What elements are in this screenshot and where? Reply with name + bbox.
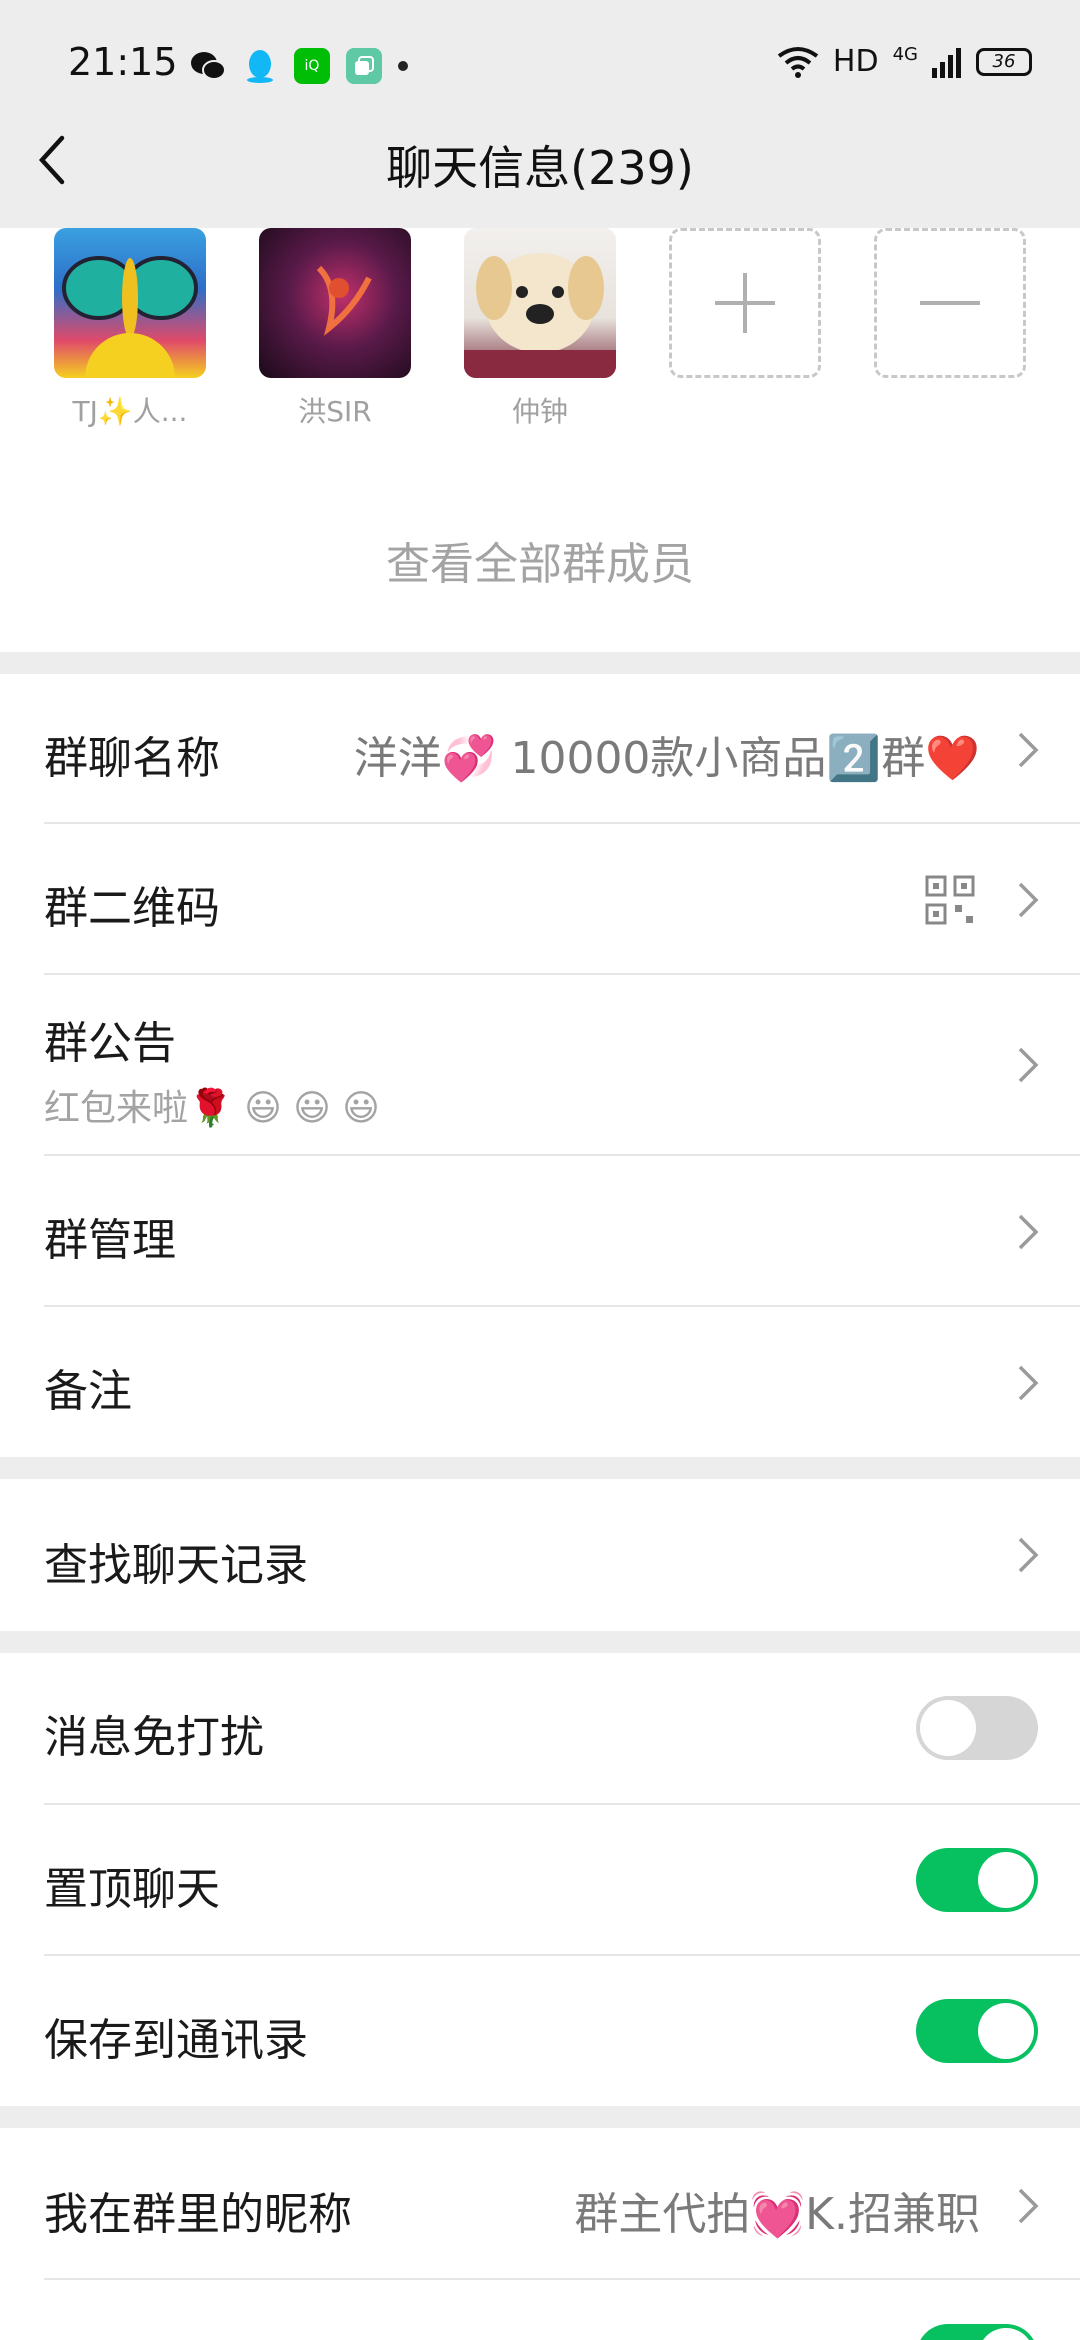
remove-member-button[interactable] [874, 228, 1026, 378]
group-notice-row[interactable]: 群公告 红包来啦🌹 😃 😃 😃 [0, 975, 1080, 1155]
section-gap [0, 1457, 1080, 1479]
notification-icons: iQ [190, 48, 408, 84]
pin-chat-label: 置顶聊天 [44, 1864, 220, 1915]
qr-code-icon [925, 875, 975, 925]
section-gap [0, 2106, 1080, 2128]
member-name: 仲钟 [511, 395, 568, 428]
nav-bar: 聊天信息(239) [0, 100, 1080, 228]
section-gap [0, 1631, 1080, 1653]
view-all-members-link[interactable]: 查看全部群成员 [0, 528, 1080, 592]
battery-level: 36 [992, 51, 1016, 72]
pin-chat-row: 置顶聊天 [0, 1805, 1080, 1955]
wifi-icon [777, 46, 819, 78]
group-notice-preview: 红包来啦🌹 😃 😃 😃 [44, 1088, 380, 1129]
avatar [54, 228, 206, 378]
cell-label: 4G [892, 44, 918, 65]
chevron-right-icon [1018, 1047, 1039, 1083]
search-history-row[interactable]: 查找聊天记录 [0, 1479, 1080, 1631]
member-grid: TJ✨人... 洪SIR 仲钟 查看全部群成员 [0, 228, 1080, 648]
chevron-right-icon [1018, 882, 1039, 918]
group-qr-label: 群二维码 [44, 883, 220, 934]
status-time: 21:15 [68, 40, 178, 84]
my-nickname-row[interactable]: 我在群里的昵称 群主代拍💓K.招兼职 [0, 2128, 1080, 2278]
chevron-right-icon [1018, 1214, 1039, 1250]
add-member-button[interactable] [669, 228, 821, 378]
remove-member-box [874, 228, 1026, 378]
mute-toggle[interactable] [916, 1696, 1038, 1760]
iqiyi-icon: iQ [294, 48, 330, 84]
mute-row: 消息免打扰 [0, 1653, 1080, 1803]
battery-icon: 36 [976, 47, 1032, 76]
toggle-knob [978, 2003, 1034, 2059]
chevron-right-icon [1018, 1365, 1039, 1401]
save-contacts-toggle[interactable] [916, 1999, 1038, 2063]
dot-icon [398, 61, 408, 71]
wechat-icon [190, 48, 226, 84]
add-member-box [669, 228, 821, 378]
save-contacts-row: 保存到通讯录 [0, 1956, 1080, 2106]
chevron-right-icon [1018, 1537, 1039, 1573]
chevron-right-icon [1018, 732, 1039, 768]
remark-label: 备注 [44, 1366, 132, 1417]
group-name-row[interactable]: 群聊名称 洋洋💞 10000款小商品2️⃣群❤️ [0, 674, 1080, 824]
member-name: TJ✨人... [72, 395, 188, 428]
group-manage-row[interactable]: 群管理 [0, 1156, 1080, 1306]
chevron-right-icon [1018, 2188, 1039, 2224]
qq-icon [242, 48, 278, 84]
page-title: 聊天信息(239) [386, 141, 694, 195]
save-contacts-label: 保存到通讯录 [44, 2015, 308, 2066]
remark-row[interactable]: 备注 [0, 1307, 1080, 1457]
minus-icon [920, 301, 980, 305]
avatar [259, 228, 411, 378]
hd-label: HD [832, 44, 879, 79]
member-item[interactable]: 洪SIR [259, 228, 411, 430]
member-item[interactable]: 仲钟 [464, 228, 616, 430]
group-manage-label: 群管理 [44, 1215, 176, 1266]
signal-icon [932, 47, 961, 78]
my-nickname-value: 群主代拍💓K.招兼职 [574, 2189, 980, 2240]
section-gap [0, 652, 1080, 674]
next-row-partial [0, 2280, 1080, 2340]
group-name-value: 洋洋💞 10000款小商品2️⃣群❤️ [353, 733, 980, 784]
mute-label: 消息免打扰 [44, 1712, 264, 1763]
partial-toggle[interactable] [916, 2324, 1038, 2340]
plus-icon [715, 273, 775, 333]
pin-chat-toggle[interactable] [916, 1848, 1038, 1912]
search-history-label: 查找聊天记录 [44, 1540, 308, 1591]
toggle-knob [920, 1700, 976, 1756]
toggle-knob [978, 1852, 1034, 1908]
status-right: HD 4G 36 [777, 44, 1032, 79]
avatar [464, 228, 616, 378]
my-nickname-label: 我在群里的昵称 [44, 2189, 352, 2240]
group-name-label: 群聊名称 [44, 733, 220, 784]
gallery-icon [346, 48, 382, 84]
group-qr-row[interactable]: 群二维码 [0, 824, 1080, 974]
toggle-knob [978, 2328, 1034, 2340]
member-item[interactable]: TJ✨人... [54, 228, 206, 430]
member-name: 洪SIR [298, 395, 372, 428]
group-notice-label: 群公告 [44, 1018, 176, 1069]
